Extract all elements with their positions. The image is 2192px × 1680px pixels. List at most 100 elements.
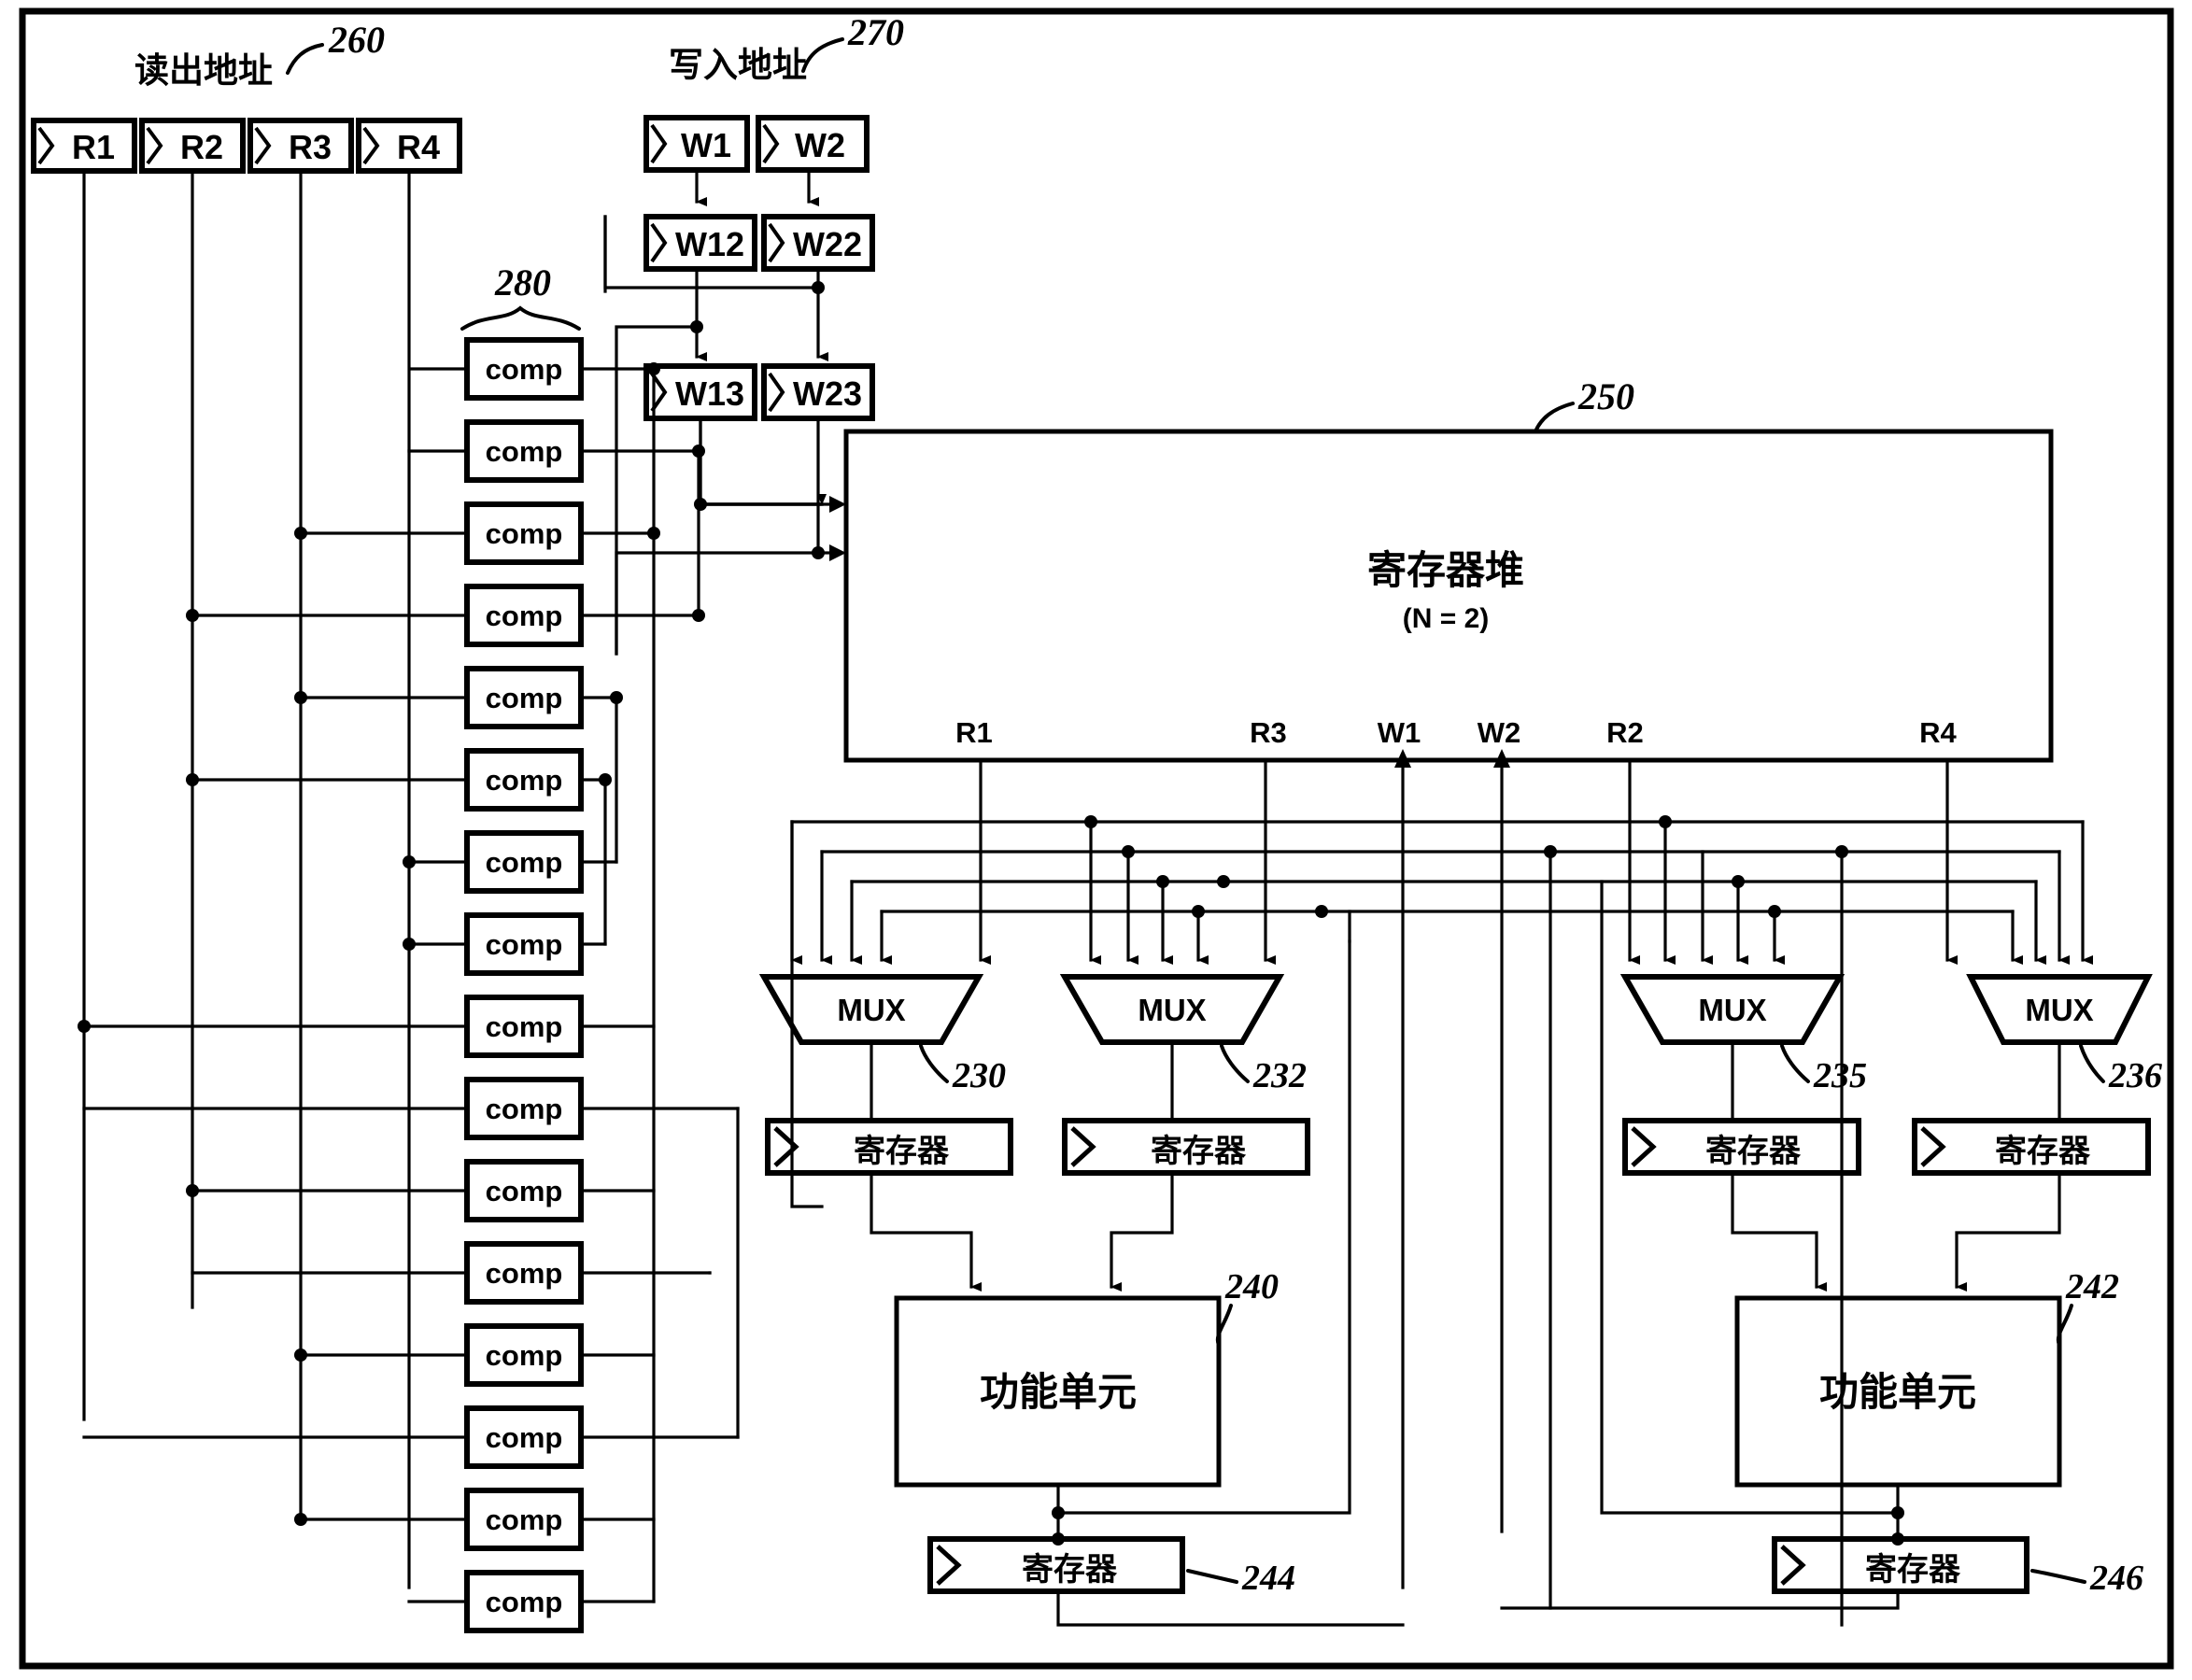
numeral-242: 242 <box>2065 1267 2119 1306</box>
comparator-item: comp <box>294 1488 656 1551</box>
w2-label: W2 <box>795 126 845 164</box>
comparator-item: comp <box>294 666 623 729</box>
numeral-280: 280 <box>494 261 551 304</box>
write-addr-register-w2: W2 <box>756 115 870 173</box>
pipeline-register-235: 寄存器 <box>1622 1118 1861 1292</box>
w12-label: W12 <box>675 225 744 263</box>
comparator-item: comp <box>409 337 660 401</box>
pipeline-register-232: 寄存器 <box>1062 1118 1310 1292</box>
mux-label: MUX <box>837 993 905 1027</box>
mux-232: MUX 232 <box>1059 974 1307 1122</box>
comparator-label: comp <box>486 435 563 468</box>
mux-label: MUX <box>1698 993 1766 1027</box>
regfile-port-w2: W2 <box>1478 716 1521 749</box>
comparator-label: comp <box>486 1586 563 1618</box>
comparator-item: comp <box>294 1323 656 1387</box>
comparator-label: comp <box>486 353 563 386</box>
comparator-item: comp <box>78 995 656 1058</box>
w1-label: W1 <box>681 126 731 164</box>
comparator-label: comp <box>486 1421 563 1454</box>
bypass-bus-network <box>790 815 2093 965</box>
w13-label: W13 <box>675 374 744 413</box>
r2-label: R2 <box>180 128 223 166</box>
result-register-246: 寄存器 246 <box>1500 1532 2143 1610</box>
comparator-label: comp <box>486 1339 563 1372</box>
comparator-item: comp <box>294 501 660 565</box>
pipeline-register-label: 寄存器 <box>1151 1133 1247 1170</box>
numeral-232: 232 <box>1252 1056 1307 1095</box>
comparator-item: comp <box>403 830 618 894</box>
numeral-270: 270 <box>847 11 904 53</box>
regfile-port-r3: R3 <box>1250 716 1287 749</box>
comparator-label: comp <box>486 928 563 961</box>
read-address-label: 读出地址 <box>134 50 273 91</box>
numeral-235: 235 <box>1813 1056 1867 1095</box>
read-addr-register-r3: R3 <box>247 118 354 174</box>
write-addr-register-w22: W22 <box>761 214 875 272</box>
comparator-item: comp <box>191 1241 712 1305</box>
comparator-label: comp <box>486 1010 563 1043</box>
figure-canvas: 260 读出地址 R1 R2 R3 R4 270 写入地址 W1 W2 W12 … <box>0 0 2192 1680</box>
read-addr-register-r4: R4 <box>356 118 462 174</box>
pipeline-register-label: 寄存器 <box>854 1133 950 1170</box>
regfile-port-r4: R4 <box>1919 716 1957 749</box>
pipeline-register-236: 寄存器 <box>1912 1118 2151 1292</box>
comparator-item: comp <box>82 1077 740 1140</box>
read-addr-register-r2: R2 <box>139 118 246 174</box>
result-register-label: 寄存器 <box>1865 1551 1961 1588</box>
read-address-group: 260 读出地址 R1 R2 R3 R4 <box>31 19 462 1589</box>
functional-unit-label: 功能单元 <box>980 1369 1137 1415</box>
comparator-item: comp <box>403 912 607 976</box>
comparator-label: comp <box>486 1093 563 1125</box>
r4-label: R4 <box>397 128 440 166</box>
comparator-item: comp <box>407 1570 656 1633</box>
register-file-subtitle: (N = 2) <box>1403 603 1490 634</box>
comparator-item: comp <box>82 1405 740 1469</box>
mux-label: MUX <box>2025 993 2093 1027</box>
functional-unit-240: 功能单元 240 <box>894 1267 1279 1541</box>
comparator-item: comp <box>407 419 705 483</box>
write-address-label: 写入地址 <box>669 45 807 85</box>
mux-label: MUX <box>1138 993 1206 1027</box>
write-addr-register-w23: W23 <box>761 363 875 421</box>
numeral-244: 244 <box>1241 1559 1295 1598</box>
numeral-240: 240 <box>1224 1267 1279 1306</box>
pipeline-register-230: 寄存器 <box>765 1118 1013 1292</box>
comparator-label: comp <box>486 517 563 550</box>
comparator-label: comp <box>486 1175 563 1207</box>
write-addr-register-w12: W12 <box>643 214 757 272</box>
comparator-label: comp <box>486 1257 563 1290</box>
comparator-label: comp <box>486 682 563 714</box>
r3-label: R3 <box>289 128 332 166</box>
numeral-236: 236 <box>2108 1056 2162 1095</box>
register-file-title: 寄存器堆 <box>1367 547 1524 593</box>
mux-230: MUX 230 <box>758 974 1006 1122</box>
comparator-item: comp <box>186 1159 656 1222</box>
comparator-label: comp <box>486 600 563 632</box>
pipeline-register-label: 寄存器 <box>1995 1133 2091 1170</box>
write-addr-register-w1: W1 <box>643 115 750 173</box>
comparator-label: comp <box>486 764 563 797</box>
w22-label: W22 <box>793 225 862 263</box>
mux-235: MUX 235 <box>1619 974 1867 1122</box>
numeral-260: 260 <box>328 19 385 61</box>
write-addr-register-w13: W13 <box>643 363 757 421</box>
comparator-label: comp <box>486 846 563 879</box>
w23-label: W23 <box>793 374 862 413</box>
comparator-item: comp <box>186 584 705 647</box>
pipeline-register-label: 寄存器 <box>1705 1133 1802 1170</box>
r1-label: R1 <box>72 128 115 166</box>
read-addr-register-r1: R1 <box>31 118 137 174</box>
result-register-244: 寄存器 244 <box>927 1532 1405 1627</box>
regfile-port-w1: W1 <box>1378 716 1421 749</box>
numeral-230: 230 <box>952 1056 1006 1095</box>
result-register-label: 寄存器 <box>1022 1551 1118 1588</box>
patent-figure-svg: 260 读出地址 R1 R2 R3 R4 270 写入地址 W1 W2 W12 … <box>19 7 2174 1670</box>
numeral-250: 250 <box>1577 375 1634 417</box>
comparator-item: comp <box>186 748 612 812</box>
mux-236: MUX 236 <box>1966 974 2162 1122</box>
regfile-port-r1: R1 <box>955 716 993 749</box>
comparator-label: comp <box>486 1504 563 1536</box>
numeral-246: 246 <box>2089 1559 2143 1598</box>
regfile-port-r2: R2 <box>1606 716 1644 749</box>
